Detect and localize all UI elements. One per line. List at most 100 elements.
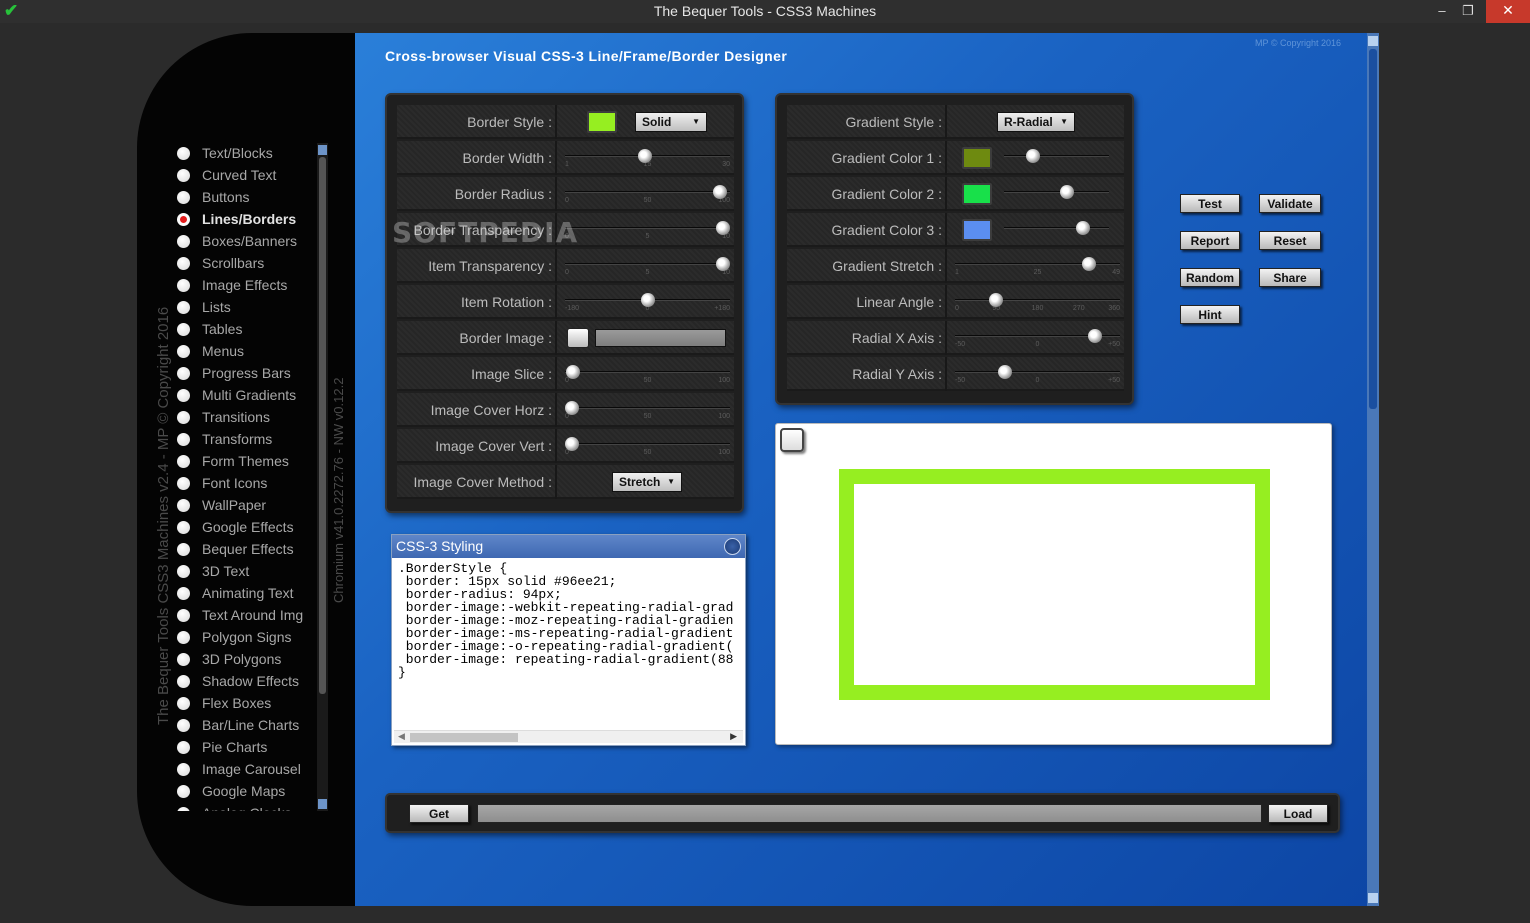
radio-icon[interactable]	[177, 388, 190, 402]
reset-button[interactable]: Reset	[1259, 231, 1321, 250]
maximize-button[interactable]: ❐	[1456, 0, 1480, 23]
slider-track[interactable]	[565, 227, 730, 229]
border-image-checkbox[interactable]	[567, 328, 589, 348]
sidebar-item-boxes-banners[interactable]: Boxes/Banners	[172, 230, 317, 252]
radio-icon[interactable]	[177, 256, 190, 270]
radio-icon[interactable]	[177, 300, 190, 314]
minimize-button[interactable]: –	[1430, 0, 1454, 23]
main-scroll-down[interactable]	[1368, 893, 1378, 903]
radio-icon[interactable]	[177, 410, 190, 424]
slider-track[interactable]	[565, 443, 730, 445]
report-button[interactable]: Report	[1180, 231, 1240, 250]
radio-icon[interactable]	[177, 234, 190, 248]
sidebar-item-text-around-img[interactable]: Text Around Img	[172, 604, 317, 626]
radio-icon[interactable]	[177, 586, 190, 600]
slider-knob[interactable]	[564, 401, 579, 415]
main-scroll-thumb[interactable]	[1369, 49, 1377, 409]
sidebar-item-3d-polygons[interactable]: 3D Polygons	[172, 648, 317, 670]
radio-icon[interactable]	[177, 718, 190, 732]
image-cover-horz-slider[interactable]: 0 50 100	[564, 401, 730, 422]
radio-icon[interactable]	[177, 168, 190, 182]
radio-icon[interactable]	[177, 696, 190, 710]
sidebar-item-progress-bars[interactable]: Progress Bars	[172, 362, 317, 384]
scroll-right-icon[interactable]: ▶	[730, 731, 737, 742]
sidebar-item-lines-borders[interactable]: Lines/Borders	[172, 208, 317, 230]
slider-track[interactable]	[955, 299, 1120, 301]
border-image-field[interactable]	[595, 329, 726, 347]
radio-icon[interactable]	[177, 322, 190, 336]
copy-circle-button[interactable]	[724, 538, 741, 555]
sidebar-item-transitions[interactable]: Transitions	[172, 406, 317, 428]
sidebar-item-flex-boxes[interactable]: Flex Boxes	[172, 692, 317, 714]
sidebar-item-buttons[interactable]: Buttons	[172, 186, 317, 208]
sidebar-item-multi-gradients[interactable]: Multi Gradients	[172, 384, 317, 406]
slider-knob[interactable]	[637, 149, 652, 163]
radio-icon[interactable]	[177, 762, 190, 776]
border-color-swatch[interactable]	[587, 111, 617, 133]
slider-knob[interactable]	[997, 365, 1012, 379]
slider-track[interactable]	[565, 371, 730, 373]
slider-track[interactable]	[565, 191, 730, 193]
css-horizontal-scrollbar[interactable]: ◀ ▶	[394, 730, 743, 743]
radio-icon[interactable]	[177, 498, 190, 512]
sidebar-item-bequer-effects[interactable]: Bequer Effects	[172, 538, 317, 560]
test-button[interactable]: Test	[1180, 194, 1240, 213]
radio-icon[interactable]	[177, 476, 190, 490]
nav-scrollbar[interactable]	[317, 143, 328, 811]
border-style-select[interactable]: Solid ▼	[635, 112, 707, 132]
sidebar-item-tables[interactable]: Tables	[172, 318, 317, 340]
load-button[interactable]: Load	[1268, 804, 1328, 823]
slider-knob[interactable]	[713, 185, 728, 199]
slider-knob[interactable]	[640, 293, 655, 307]
share-button[interactable]: Share	[1259, 268, 1321, 287]
scroll-down-arrow[interactable]	[318, 799, 327, 809]
gradient-color3-slider[interactable]	[1004, 221, 1109, 242]
radial-y-slider[interactable]: -50 0 +50	[955, 365, 1120, 386]
radio-icon[interactable]	[177, 146, 190, 160]
border-transparency-slider[interactable]: 0 5 10	[565, 221, 731, 242]
slider-track[interactable]	[1004, 227, 1109, 229]
validate-button[interactable]: Validate	[1259, 194, 1321, 213]
radio-icon[interactable]	[177, 806, 190, 811]
gradient-stretch-slider[interactable]: 1 25 49	[955, 257, 1120, 278]
slider-knob[interactable]	[1060, 185, 1074, 199]
radio-icon[interactable]	[177, 454, 190, 468]
sidebar-item-pie-charts[interactable]: Pie Charts	[172, 736, 317, 758]
sidebar-item-curved-text[interactable]: Curved Text	[172, 164, 317, 186]
slider-knob[interactable]	[1026, 149, 1041, 163]
radio-icon[interactable]	[177, 278, 190, 292]
radio-icon[interactable]	[177, 212, 190, 226]
border-width-slider[interactable]: 1 15 30	[565, 149, 730, 170]
radio-icon[interactable]	[177, 674, 190, 688]
sidebar-item-image-effects[interactable]: Image Effects	[172, 274, 317, 296]
sidebar-item-google-maps[interactable]: Google Maps	[172, 780, 317, 802]
slider-knob[interactable]	[564, 437, 579, 451]
radio-icon[interactable]	[177, 432, 190, 446]
radio-icon[interactable]	[177, 366, 190, 380]
sidebar-item-scrollbars[interactable]: Scrollbars	[172, 252, 317, 274]
radio-icon[interactable]	[177, 344, 190, 358]
radio-icon[interactable]	[177, 784, 190, 798]
radio-icon[interactable]	[177, 520, 190, 534]
sidebar-item-animating-text[interactable]: Animating Text	[172, 582, 317, 604]
gradient-color2-slider[interactable]	[1004, 185, 1109, 206]
close-button[interactable]: ✕	[1486, 0, 1530, 23]
scroll-up-arrow[interactable]	[318, 145, 327, 155]
sidebar-item-menus[interactable]: Menus	[172, 340, 317, 362]
sidebar-item-wallpaper[interactable]: WallPaper	[172, 494, 317, 516]
radio-icon[interactable]	[177, 740, 190, 754]
slider-track[interactable]	[1004, 191, 1109, 193]
sidebar-item-polygon-signs[interactable]: Polygon Signs	[172, 626, 317, 648]
hint-button[interactable]: Hint	[1180, 305, 1240, 324]
gradient-color1-slider[interactable]	[1004, 149, 1109, 170]
gradient-style-select[interactable]: R-Radial ▼	[997, 112, 1075, 132]
radio-icon[interactable]	[177, 542, 190, 556]
slider-track[interactable]	[1004, 155, 1109, 157]
sidebar-item-shadow-effects[interactable]: Shadow Effects	[172, 670, 317, 692]
sidebar-item-form-themes[interactable]: Form Themes	[172, 450, 317, 472]
scroll-thumb[interactable]	[319, 157, 326, 694]
sidebar-item-analog-clocks[interactable]: Analog Clocks	[172, 802, 317, 811]
image-cover-method-select[interactable]: Stretch ▼	[612, 472, 682, 492]
radio-icon[interactable]	[177, 608, 190, 622]
radio-icon[interactable]	[177, 630, 190, 644]
